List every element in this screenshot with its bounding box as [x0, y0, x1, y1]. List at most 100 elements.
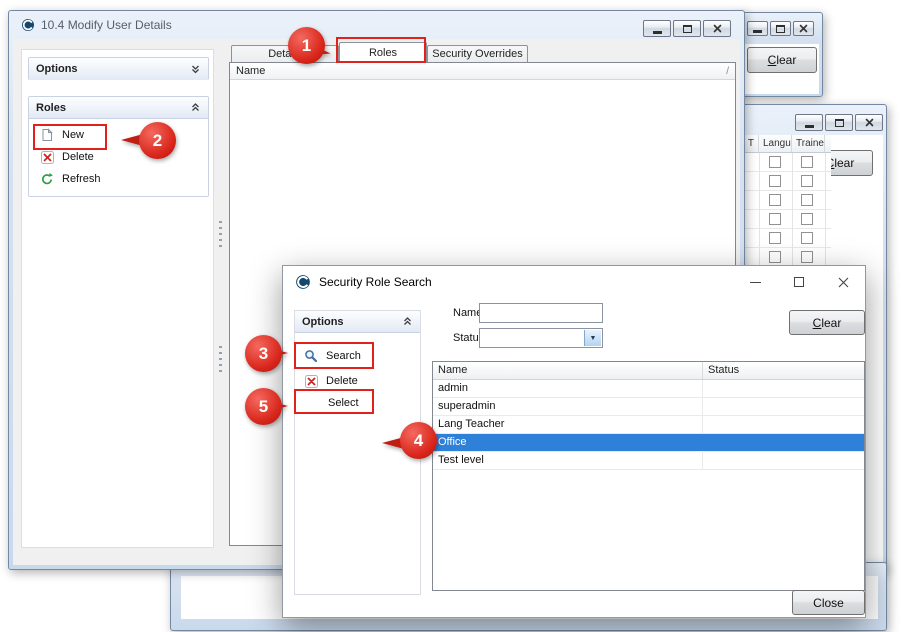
grid-line	[759, 153, 760, 267]
minimize-button[interactable]	[643, 20, 671, 37]
cell-status	[703, 452, 864, 469]
grid-column-header[interactable]: Langu	[759, 135, 792, 152]
splitter-handle[interactable]	[219, 346, 222, 372]
chevron-down-icon: ▼	[584, 330, 601, 346]
cell-name: Office	[433, 434, 703, 451]
security-role-search-dialog: Security Role Search Options Sea	[282, 265, 866, 618]
table-row-lang-teacher[interactable]: Lang Teacher	[433, 416, 864, 434]
grid-line	[792, 153, 793, 267]
minimize-icon	[653, 31, 662, 34]
name-input[interactable]	[479, 303, 603, 323]
close-button[interactable]	[703, 20, 731, 37]
window-title: 10.4 Modify User Details	[41, 18, 172, 32]
callout-3-balloon: 3	[245, 335, 282, 372]
minimize-button[interactable]	[733, 266, 777, 298]
close-button[interactable]	[821, 266, 865, 298]
delete-button-label: Delete	[326, 375, 358, 387]
callout-number: 5	[245, 388, 282, 425]
grid-line	[825, 153, 826, 267]
maximize-button[interactable]	[777, 266, 821, 298]
callout-5-balloon: 5	[245, 388, 282, 425]
cell-name: admin	[433, 380, 703, 397]
table-row-office-selected[interactable]: Office	[433, 434, 864, 452]
checkbox[interactable]	[769, 194, 781, 206]
delete-button-label: Delete	[62, 151, 94, 163]
app-icon	[295, 274, 311, 290]
maximize-button[interactable]	[825, 114, 853, 131]
minimize-icon	[805, 125, 814, 128]
checkbox[interactable]	[801, 213, 813, 225]
close-icon	[799, 24, 808, 33]
refresh-icon	[40, 172, 54, 186]
window-controls	[793, 114, 883, 131]
options-group: Options	[28, 57, 209, 80]
status-dropdown[interactable]: ▼	[479, 328, 603, 348]
close-button[interactable]	[793, 21, 814, 36]
clear-button[interactable]: Clear	[747, 47, 817, 73]
checkbox[interactable]	[769, 232, 781, 244]
delete-icon	[40, 150, 54, 164]
close-dialog-button[interactable]: Close	[792, 590, 865, 615]
name-label: Name	[453, 307, 482, 319]
app-icon	[21, 18, 35, 32]
callout-number: 4	[400, 422, 437, 459]
chevron-double-up-icon	[402, 316, 413, 327]
column-header-status[interactable]: Status	[703, 362, 864, 379]
close-button[interactable]	[855, 114, 883, 131]
close-icon	[838, 277, 849, 288]
checkbox[interactable]	[769, 251, 781, 263]
callout-2-balloon: 2	[139, 122, 176, 159]
maximize-button[interactable]	[770, 21, 791, 36]
options-group-header[interactable]: Options	[295, 311, 420, 333]
roles-group-header[interactable]: Roles	[29, 97, 208, 119]
clear-button-label: Clear	[768, 53, 797, 67]
highlight-box-select-button	[294, 389, 374, 414]
checkbox[interactable]	[769, 175, 781, 187]
table-row-superadmin[interactable]: superadmin	[433, 398, 864, 416]
table-header-row: Name Status	[433, 362, 864, 380]
checkbox[interactable]	[769, 156, 781, 168]
window-controls	[745, 21, 814, 36]
cell-status	[703, 434, 864, 451]
cell-status	[703, 398, 864, 415]
callout-number: 2	[139, 122, 176, 159]
checkbox[interactable]	[769, 213, 781, 225]
callout-4-balloon: 4	[400, 422, 437, 459]
table-row-admin[interactable]: admin	[433, 380, 864, 398]
minimize-button[interactable]	[747, 21, 768, 36]
splitter-handle[interactable]	[219, 221, 222, 247]
column-header-name[interactable]: Name	[433, 362, 703, 379]
checkbox[interactable]	[801, 156, 813, 168]
maximize-button[interactable]	[673, 20, 701, 37]
window-controls	[641, 20, 731, 37]
list-header-row: Name /	[230, 63, 735, 80]
options-group-label: Options	[302, 316, 344, 328]
highlight-box-roles-tab	[336, 37, 426, 63]
checkbox[interactable]	[801, 194, 813, 206]
column-header-name[interactable]: Name	[236, 65, 265, 77]
table-row-test-level[interactable]: Test level	[433, 452, 864, 470]
background-window-top-right: Clear	[736, 12, 823, 97]
options-group-label: Options	[36, 63, 78, 75]
checkbox[interactable]	[801, 232, 813, 244]
refresh-button[interactable]: Refresh	[29, 168, 208, 190]
close-button-label: Close	[813, 596, 844, 610]
highlight-box-search-button	[294, 342, 374, 369]
grid-column-header[interactable]: Traine	[792, 135, 825, 152]
sort-indicator-icon[interactable]: /	[726, 66, 729, 77]
cell-name: superadmin	[433, 398, 703, 415]
dialog-title: Security Role Search	[319, 275, 432, 289]
title-bar: 10.4 Modify User Details	[9, 11, 744, 39]
chevron-double-down-icon	[190, 64, 201, 75]
options-group-header[interactable]: Options	[29, 58, 208, 80]
checkbox[interactable]	[801, 175, 813, 187]
tab-security-overrides[interactable]: Security Overrides	[427, 45, 528, 62]
checkbox[interactable]	[801, 251, 813, 263]
maximize-icon	[776, 25, 785, 33]
highlight-box-new-button	[33, 124, 107, 150]
clear-button-label: Clear	[813, 316, 842, 330]
refresh-button-label: Refresh	[62, 173, 101, 185]
minimize-button[interactable]	[795, 114, 823, 131]
clear-button[interactable]: Clear	[789, 310, 865, 335]
tab-security-overrides-label: Security Overrides	[432, 48, 522, 60]
